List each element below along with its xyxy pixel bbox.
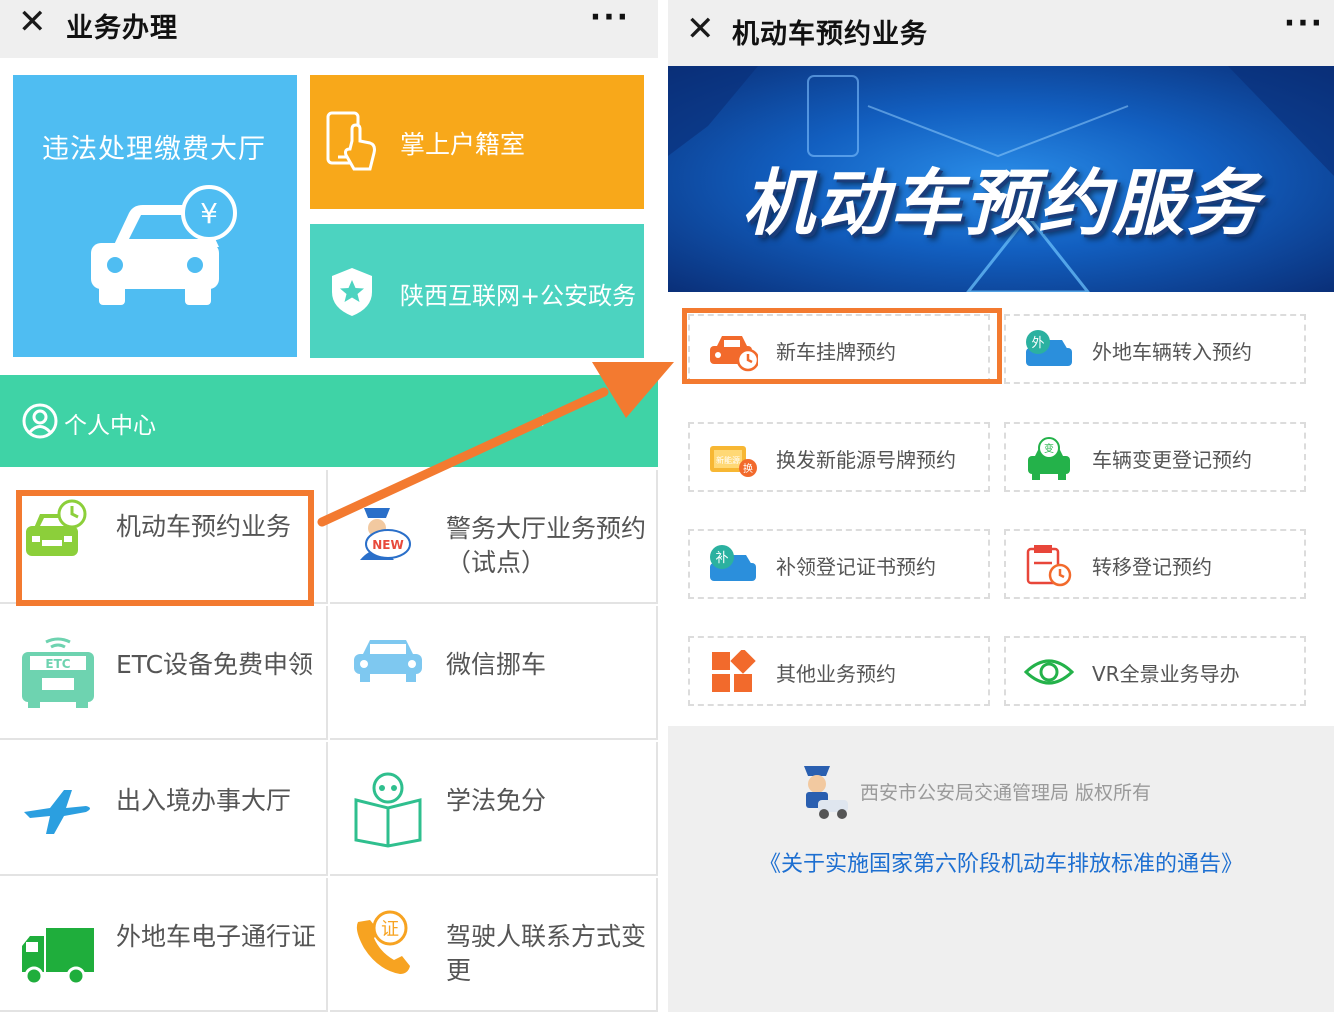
new-energy-plate-icon: 新能源 换 [710,446,757,477]
service-label: 车辆变更登记预约 [1092,448,1252,472]
screen-divider [658,0,668,1012]
service-label: 补领登记证书预约 [776,555,936,579]
service-label: 转移登记预约 [1092,555,1212,579]
service-outside-transfer[interactable]: 外 外地车辆转入预约 [1004,314,1306,384]
car-front-icon [354,640,422,682]
car-yen-icon: ¥ [91,185,237,305]
grid-item-driver-contact[interactable]: 证 驾驶人联系方式变更 [330,878,658,1012]
more-dots-icon[interactable]: ··· [590,0,630,35]
phone-touch-icon [326,111,376,171]
grid-blocks-icon [712,650,756,692]
service-transfer-registration[interactable]: 转移登记预约 [1004,529,1306,599]
svg-text:外: 外 [1031,336,1044,351]
grid-label: 微信挪车 [446,650,547,679]
grid-item-etc[interactable]: ETC ETC设备免费申领 [0,606,328,740]
police-mascot-icon [804,766,848,819]
grid-item-exit-entry[interactable]: 出入境办事大厅 [0,742,328,876]
page-title: 机动车预约业务 [732,19,928,50]
copyright-text: 西安市公安局交通管理局 版权所有 [860,782,1152,804]
police-new-icon: NEW [360,508,411,560]
etc-car-icon: ETC [22,637,94,708]
service-label: 其他业务预约 [776,662,896,686]
highlight-box-right [682,308,1002,384]
tile-violation-label: 违法处理缴费大厅 [42,134,266,165]
tile-internet-police[interactable]: 陕西互联网+公安政务 [310,224,644,358]
book-icon [354,772,422,848]
banner: 机动车预约服务 [668,66,1334,292]
service-vr-guide[interactable]: VR全景业务导办 [1004,636,1306,706]
grid-label: 驾驶人联系方式变更 [446,922,647,985]
svg-text:¥: ¥ [200,197,218,230]
service-label: 换发新能源号牌预约 [776,448,956,472]
grid-item-wechat-move-car[interactable]: 微信挪车 [330,606,658,740]
right-topbar: ✕ 机动车预约业务 ··· [668,0,1334,66]
svg-text:ETC: ETC [45,657,70,671]
tile-internet-police-label: 陕西互联网+公安政务 [400,282,637,310]
grid-label: 出入境办事大厅 [116,786,292,815]
personal-center-label: 个人中心 [64,413,156,439]
service-other[interactable]: 其他业务预约 [688,636,990,706]
grid-label: 外地车电子通行证 [116,922,317,951]
banner-title: 机动车预约服务 [741,161,1260,245]
tile-violation-hall[interactable]: 违法处理缴费大厅 ¥ [13,75,297,357]
svg-text:新能源: 新能源 [716,455,740,465]
grid-label: 警务大厅业务预约（试点） [446,514,647,577]
airplane-icon [24,790,90,834]
outside-car-icon: 外 [1026,330,1072,366]
svg-text:NEW: NEW [372,538,403,552]
truck-icon [22,928,94,986]
notice-link[interactable]: 《关于实施国家第六阶段机动车排放标准的通告》 [668,846,1334,878]
right-screen: ✕ 机动车预约业务 ··· 机动车预约服务 新车挂牌预约 外 外地车辆转入预约 … [668,0,1334,1012]
svg-text:补: 补 [715,551,728,566]
car-change-icon: 变 [1028,437,1070,480]
svg-text:证: 证 [381,919,399,940]
grid-item-police-hall[interactable]: NEW 警务大厅业务预约（试点） [330,470,658,604]
grid-label: 学法免分 [446,786,547,815]
service-reissue-certificate[interactable]: 补 补领登记证书预约 [688,529,990,599]
tile-household[interactable]: 掌上户籍室 [310,75,644,209]
close-icon[interactable]: ✕ [686,12,715,46]
phone-cert-icon: 证 [356,910,410,974]
shield-star-icon [332,268,372,316]
transfer-calendar-icon [1026,545,1072,587]
left-screen: ✕ 业务办理 ··· 违法处理缴费大厅 ¥ 掌上户籍室 陕西互联网+公安政务 个… [0,0,658,1012]
chevron-right-icon: › [539,405,550,435]
reissue-car-icon: 补 [710,545,756,581]
eye-icon [1024,659,1074,685]
service-label: VR全景业务导办 [1092,662,1240,686]
close-icon[interactable]: ✕ [18,5,47,39]
user-circle-icon [22,403,58,439]
page-title: 业务办理 [66,13,178,44]
personal-center-bar[interactable]: 个人中心 › [0,375,658,467]
svg-text:变: 变 [1044,442,1054,455]
left-topbar: ✕ 业务办理 ··· [0,0,658,58]
highlight-box-left [16,490,314,606]
service-new-energy-plate[interactable]: 新能源 换 换发新能源号牌预约 [688,422,990,492]
service-label: 外地车辆转入预约 [1092,340,1252,364]
svg-text:换: 换 [743,462,753,475]
more-dots-icon[interactable]: ··· [1284,6,1324,41]
grid-item-study-law[interactable]: 学法免分 [330,742,658,876]
service-vehicle-change[interactable]: 变 车辆变更登记预约 [1004,422,1306,492]
tile-household-label: 掌上户籍室 [400,130,526,159]
grid-label: ETC设备免费申领 [116,650,314,679]
grid-item-outside-pass[interactable]: 外地车电子通行证 [0,878,328,1012]
